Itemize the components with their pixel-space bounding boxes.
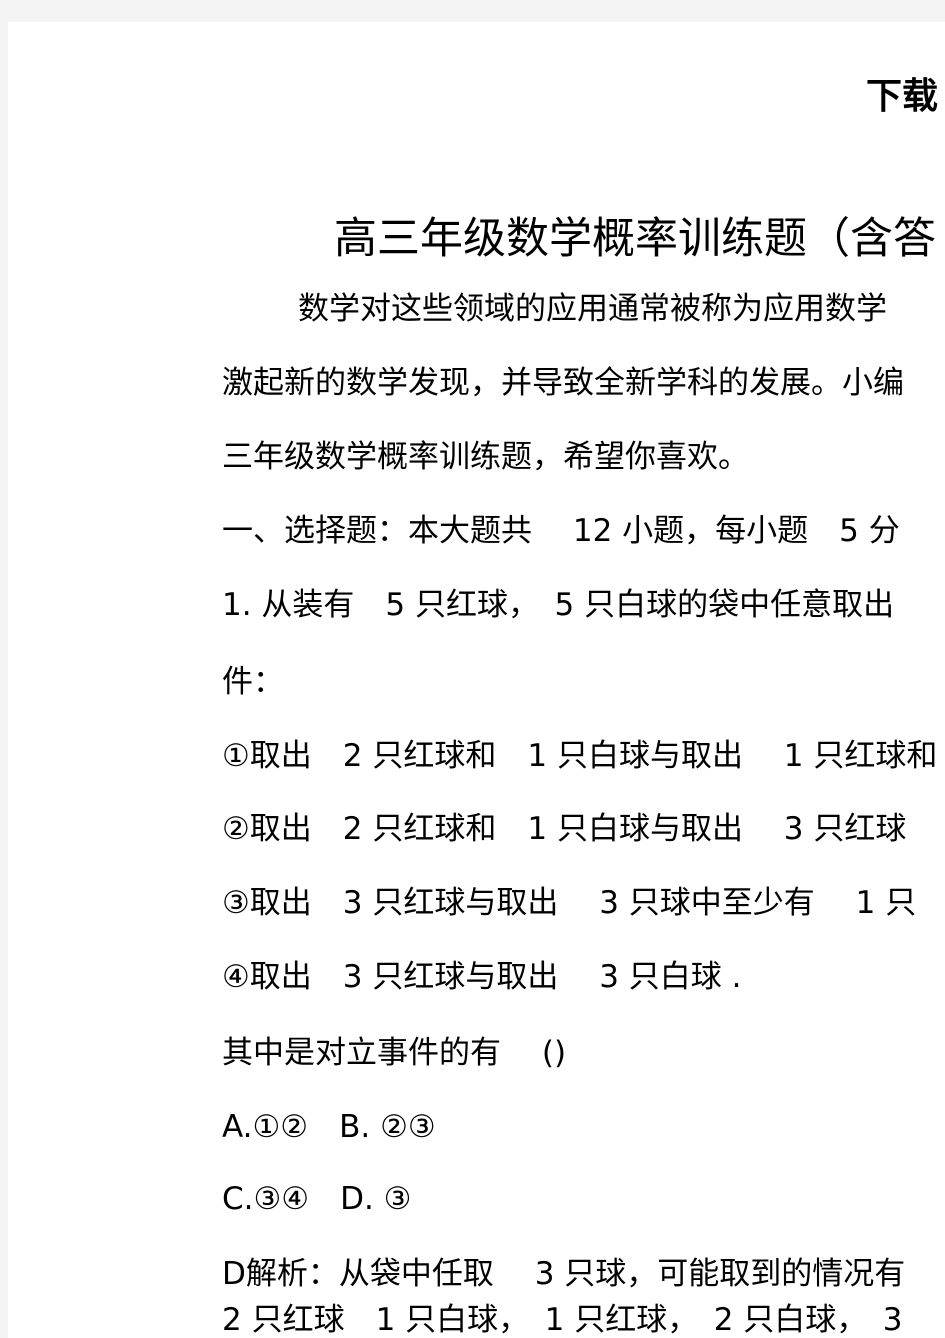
paragraph-line: 数学对这些领域的应用通常被称为应用数学 [298,291,887,327]
paragraph-line: ①取出 2 只红球和 1 只白球与取出 1 只红球和 [222,738,938,774]
paragraph-line: ②取出 2 只红球和 1 只白球与取出 3 只红球 [222,811,907,847]
paragraph-line: 2 只红球 1 只白球， 1 只红球， 2 只白球， 3 [222,1302,903,1338]
paragraph-line: 三年级数学概率训练题，希望你喜欢。 [222,439,749,475]
paragraph-line: 件： [222,664,284,700]
paragraph-line: D解析：从袋中任取 3 只球，可能取到的情况有 [222,1256,906,1292]
page-header: 下载 [866,75,939,117]
paragraph-line: 激起新的数学发现，并导致全新学科的发展。小编 [222,365,904,401]
document-title: 高三年级数学概率训练题（含答 [334,214,936,264]
paragraph-line: ④取出 3 只红球与取出 3 只白球 . [222,959,742,995]
paragraph-line: C.③④ D. ③ [222,1181,412,1217]
paragraph-line: A.①② B. ②③ [222,1109,436,1145]
paragraph-line: 一、选择题：本大题共 12 小题，每小题 5 分 [222,513,900,549]
paragraph-line: ③取出 3 只红球与取出 3 只球中至少有 1 只 [222,885,917,921]
paragraph-line: 其中是对立事件的有 () [222,1035,567,1071]
paragraph-line: 1. 从装有 5 只红球， 5 只白球的袋中任意取出 [222,587,895,623]
